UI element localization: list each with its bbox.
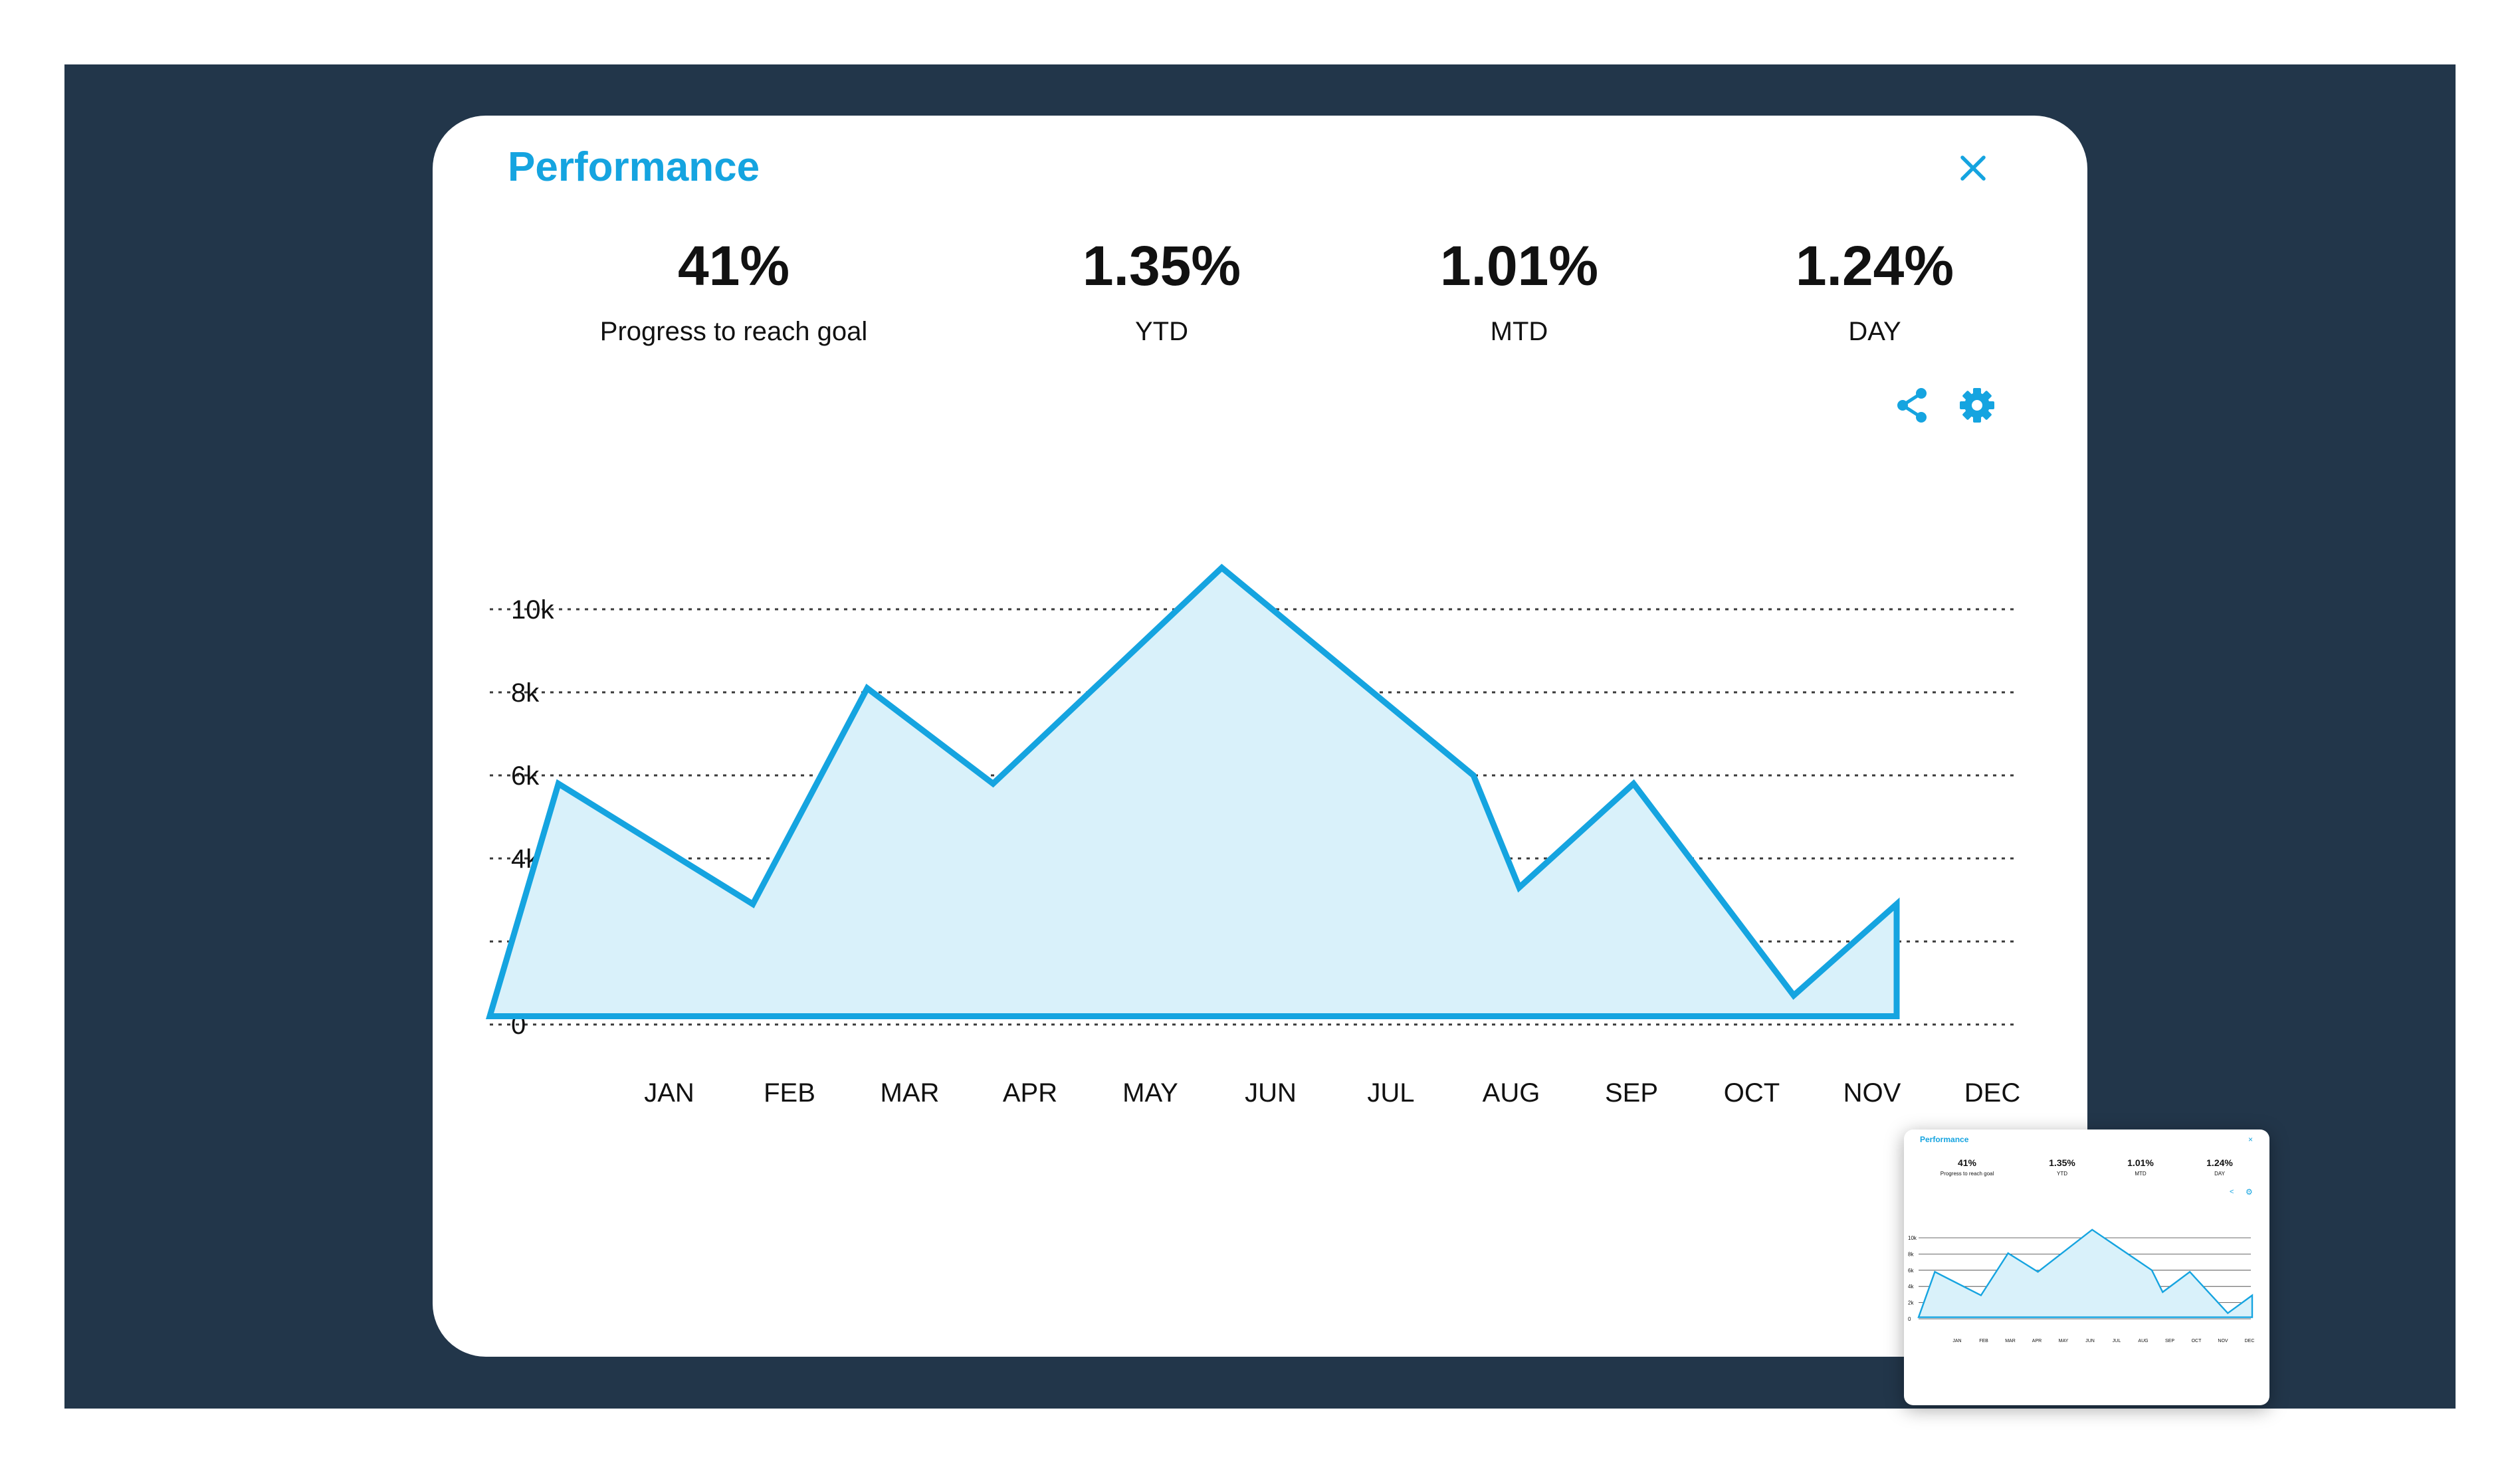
thumbnail-x-tick-label: MAR [2005,1339,2016,1343]
y-tick-label: 10k [511,595,554,625]
thumbnail-chart: 0 2k 4k 6k 8k 10k JAN FEB MAR APR MAY JUN JUL AUG SEP O… [1908,1228,2255,1343]
x-tick-label: JUN [1245,1078,1297,1108]
thumbnail-x-tick-label: DEC [2245,1339,2255,1343]
thumbnail-y-tick-label: 6k [1908,1268,1914,1274]
x-tick-label: JUL [1367,1078,1414,1108]
x-tick-label: NOV [1843,1078,1901,1108]
thumbnail-x-tick-label: APR [2032,1339,2042,1343]
thumbnail-y-tick-label: 2k [1908,1300,1914,1306]
x-tick-label: JAN [644,1078,694,1108]
thumbnail-x-tick-label: FEB [1979,1339,1988,1343]
thumbnail-preview[interactable]: Performance × 41% Progress to reach goal… [1904,1129,2269,1405]
x-tick-label: FEB [764,1078,815,1108]
thumbnail-y-tick-label: 4k [1908,1284,1914,1290]
x-tick-label: OCT [1724,1078,1780,1108]
y-tick-label: 6k [511,761,540,791]
thumbnail-y-tick-label: 0 [1908,1316,1911,1322]
thumbnail-x-tick-label: AUG [2138,1339,2148,1343]
performance-chart: 02k4k6k8k10kJANFEBMARAPRMAYJUNJULAUGSEPO… [485,563,2020,1108]
thumbnail-series-area [1917,1228,2254,1318]
thumbnail-x-tick-label: NOV [2218,1339,2228,1343]
thumbnail-x-tick-label: MAY [2059,1339,2069,1343]
thumbnail-y-tick-label: 8k [1908,1251,1914,1257]
performance-panel: Performance 41% Progress to reach goal 1… [433,116,2087,1357]
x-tick-label: MAR [881,1078,940,1108]
thumbnail-x-tick-label: JUN [2085,1339,2095,1343]
y-tick-label: 8k [511,678,540,708]
thumbnail-x-tick-label: SEP [2165,1339,2174,1343]
x-tick-label: AUG [1483,1078,1540,1108]
thumbnail-y-tick-label: 10k [1908,1235,1917,1241]
x-tick-label: APR [1003,1078,1057,1108]
thumbnail-x-tick-label: JAN [1952,1339,1961,1343]
series-area [485,563,1900,1019]
x-tick-label: MAY [1122,1078,1178,1108]
x-tick-label: SEP [1605,1078,1658,1108]
x-tick-label: DEC [1964,1078,2020,1108]
thumbnail-x-tick-label: JUL [2113,1339,2121,1343]
thumbnail-x-tick-label: OCT [2192,1339,2202,1343]
